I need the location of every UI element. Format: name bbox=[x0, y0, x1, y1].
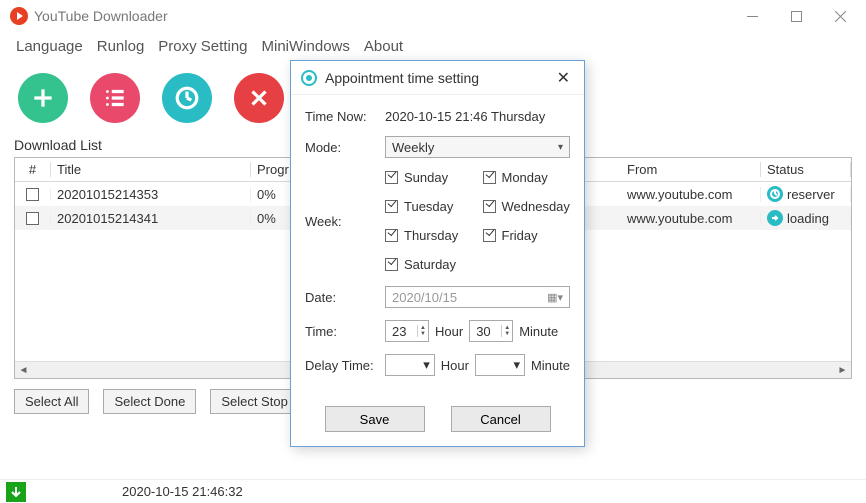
checkbox-icon[interactable] bbox=[385, 229, 398, 242]
statusbar-time: 2020-10-15 21:46:32 bbox=[122, 484, 243, 499]
status-icon bbox=[767, 186, 783, 202]
weekday-sunday[interactable]: Sunday bbox=[385, 170, 473, 185]
add-button[interactable] bbox=[18, 73, 68, 123]
maximize-button[interactable] bbox=[774, 0, 818, 32]
select-stop-button[interactable]: Select Stop bbox=[210, 389, 299, 414]
menu-about[interactable]: About bbox=[360, 36, 407, 57]
row-checkbox[interactable] bbox=[26, 188, 39, 201]
delay-minute-select[interactable]: ▾ bbox=[475, 354, 525, 376]
menu-runlog[interactable]: Runlog bbox=[93, 36, 149, 57]
time-hour-spinner[interactable]: 23▲▼ bbox=[385, 320, 429, 342]
download-indicator-icon[interactable] bbox=[6, 482, 26, 502]
weekday-friday[interactable]: Friday bbox=[483, 228, 571, 243]
row-title: 20201015214341 bbox=[51, 211, 251, 226]
checkbox-icon[interactable] bbox=[483, 200, 496, 213]
calendar-icon: ▦▾ bbox=[547, 291, 563, 304]
menubar: Language Runlog Proxy Setting MiniWindow… bbox=[0, 32, 866, 63]
delay-hour-select[interactable]: ▾ bbox=[385, 354, 435, 376]
menu-proxy[interactable]: Proxy Setting bbox=[154, 36, 251, 57]
label-time-now: Time Now: bbox=[305, 109, 385, 124]
app-title: YouTube Downloader bbox=[34, 8, 168, 24]
row-from: www.youtube.com bbox=[621, 187, 761, 202]
weekday-wednesday[interactable]: Wednesday bbox=[483, 199, 571, 214]
dialog-close-button[interactable]: ✕ bbox=[553, 68, 574, 88]
checkbox-icon[interactable] bbox=[385, 258, 398, 271]
spinner-arrows-icon[interactable]: ▲▼ bbox=[417, 325, 426, 337]
checkbox-icon[interactable] bbox=[385, 200, 398, 213]
menu-language[interactable]: Language bbox=[12, 36, 87, 57]
label-mode: Mode: bbox=[305, 140, 385, 155]
menu-miniwindows[interactable]: MiniWindows bbox=[258, 36, 354, 57]
chevron-down-icon: ▾ bbox=[558, 142, 563, 153]
label-hour: Hour bbox=[441, 358, 469, 373]
checkbox-icon[interactable] bbox=[483, 229, 496, 242]
status-icon bbox=[767, 210, 783, 226]
row-status: loading bbox=[787, 211, 829, 226]
weekday-tuesday[interactable]: Tuesday bbox=[385, 199, 473, 214]
mode-select[interactable]: Weekly▾ bbox=[385, 136, 570, 158]
date-input[interactable]: 2020/10/15▦▾ bbox=[385, 286, 570, 308]
row-checkbox[interactable] bbox=[26, 212, 39, 225]
list-button[interactable] bbox=[90, 73, 140, 123]
col-num[interactable]: # bbox=[15, 162, 51, 177]
schedule-button[interactable] bbox=[162, 73, 212, 123]
appointment-dialog: Appointment time setting ✕ Time Now: 202… bbox=[290, 60, 585, 447]
label-week: Week: bbox=[305, 170, 385, 229]
row-title: 20201015214353 bbox=[51, 187, 251, 202]
select-all-button[interactable]: Select All bbox=[14, 389, 89, 414]
label-minute: Minute bbox=[519, 324, 558, 339]
row-status: reserver bbox=[787, 187, 835, 202]
time-minute-spinner[interactable]: 30▲▼ bbox=[469, 320, 513, 342]
chevron-down-icon: ▾ bbox=[423, 357, 430, 373]
minimize-button[interactable] bbox=[730, 0, 774, 32]
col-status[interactable]: Status bbox=[761, 162, 851, 177]
close-button[interactable] bbox=[818, 0, 862, 32]
label-delay: Delay Time: bbox=[305, 358, 385, 373]
checkbox-icon[interactable] bbox=[385, 171, 398, 184]
label-hour: Hour bbox=[435, 324, 463, 339]
weekday-monday[interactable]: Monday bbox=[483, 170, 571, 185]
label-time: Time: bbox=[305, 324, 385, 339]
save-button[interactable]: Save bbox=[325, 406, 425, 432]
col-from[interactable]: From bbox=[621, 162, 761, 177]
dialog-title: Appointment time setting bbox=[325, 70, 553, 86]
cancel-button[interactable]: Cancel bbox=[451, 406, 551, 432]
scroll-right-icon[interactable]: ► bbox=[834, 362, 851, 379]
checkbox-icon[interactable] bbox=[483, 171, 496, 184]
app-icon bbox=[10, 7, 28, 25]
dialog-icon bbox=[301, 70, 317, 86]
cancel-all-button[interactable] bbox=[234, 73, 284, 123]
value-time-now: 2020-10-15 21:46 Thursday bbox=[385, 109, 570, 124]
weekday-thursday[interactable]: Thursday bbox=[385, 228, 473, 243]
weekday-saturday[interactable]: Saturday bbox=[385, 257, 473, 272]
select-done-button[interactable]: Select Done bbox=[103, 389, 196, 414]
chevron-down-icon: ▾ bbox=[513, 357, 520, 373]
row-from: www.youtube.com bbox=[621, 211, 761, 226]
scroll-left-icon[interactable]: ◄ bbox=[15, 362, 32, 379]
label-date: Date: bbox=[305, 290, 385, 305]
label-minute: Minute bbox=[531, 358, 570, 373]
col-title[interactable]: Title bbox=[51, 162, 251, 177]
spinner-arrows-icon[interactable]: ▲▼ bbox=[501, 325, 510, 337]
